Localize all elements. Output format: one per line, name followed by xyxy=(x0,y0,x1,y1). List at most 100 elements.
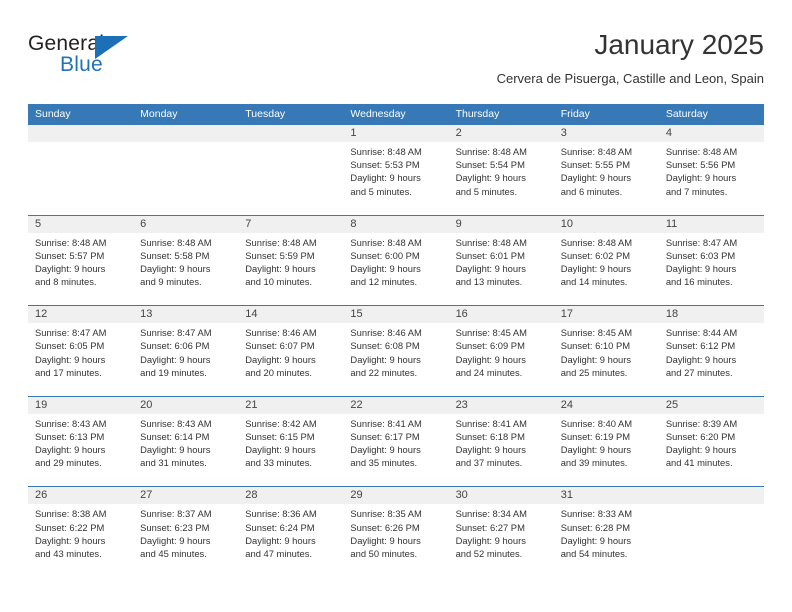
sunrise-text: Sunrise: 8:43 AM xyxy=(35,417,107,429)
daylight-text-line2: and 22 minutes. xyxy=(350,366,418,378)
calendar-day-cell[interactable]: 3 Sunrise: 8:48 AM Sunset: 5:55 PM Daylight… xyxy=(553,125,659,215)
day-number xyxy=(238,125,344,142)
sunset-text: Sunset: 6:07 PM xyxy=(245,340,315,352)
day-details: Sunrise: 8:40 AM Sunset: 6:19 PM Daylight:… xyxy=(554,414,659,470)
calendar-day-cell[interactable]: 28 Sunrise: 8:36 AM Sunset: 6:24 PM Dayligh… xyxy=(238,487,344,577)
calendar-day-cell[interactable]: 12 Sunrise: 8:47 AM Sunset: 6:05 PM Dayligh… xyxy=(28,306,134,396)
sunrise-text: Sunrise: 8:40 AM xyxy=(560,417,633,429)
weekday-header-saturday: Saturday xyxy=(665,108,708,120)
calendar-day-cell[interactable]: 8 Sunrise: 8:48 AM Sunset: 6:00 PM Daylight… xyxy=(343,215,449,306)
daylight-text-line1: Daylight: 9 hours xyxy=(350,172,421,184)
day-details: Sunrise: 8:48 AM Sunset: 6:01 PM Daylight:… xyxy=(449,233,554,289)
calendar-day-cell[interactable]: 11 Sunrise: 8:47 AM Sunset: 6:03 PM Dayligh… xyxy=(658,215,764,306)
sunrise-text: Sunrise: 8:48 AM xyxy=(350,146,422,157)
daylight-text-line2: and 17 minutes. xyxy=(35,366,102,378)
daylight-text-line2: and 54 minutes. xyxy=(560,547,628,559)
sunrise-text: Sunrise: 8:45 AM xyxy=(560,327,633,339)
daylight-text-line2: and 13 minutes. xyxy=(455,276,523,288)
sunrise-text: Sunrise: 8:45 AM xyxy=(455,327,527,339)
daylight-text-line2: and 50 minutes. xyxy=(350,547,418,559)
daylight-text-line2: and 19 minutes. xyxy=(140,366,207,378)
day-number: 10 xyxy=(553,215,659,233)
calendar-day-cell[interactable]: 22 Sunrise: 8:41 AM Sunset: 6:17 PM Dayligh… xyxy=(343,396,449,487)
day-number: 11 xyxy=(658,215,764,233)
calendar-day-cell[interactable]: 14 Sunrise: 8:46 AM Sunset: 6:07 PM Dayligh… xyxy=(238,306,344,396)
sunset-text: Sunset: 6:18 PM xyxy=(455,430,525,442)
sunrise-text: Sunrise: 8:38 AM xyxy=(35,508,107,520)
calendar-day-cell[interactable]: 23 Sunrise: 8:41 AM Sunset: 6:18 PM Dayligh… xyxy=(448,396,554,487)
calendar-day-cell[interactable]: 2 Sunrise: 8:48 AM Sunset: 5:54 PM Daylight… xyxy=(448,125,554,215)
day-number: 15 xyxy=(343,306,449,324)
daylight-text-line2: and 10 minutes. xyxy=(245,276,312,288)
sunrise-text: Sunrise: 8:35 AM xyxy=(350,508,422,520)
day-number: 22 xyxy=(343,396,449,414)
calendar-day-cell[interactable]: 7 Sunrise: 8:48 AM Sunset: 5:59 PM Daylight… xyxy=(238,215,344,306)
day-details: Sunrise: 8:38 AM Sunset: 6:22 PM Daylight:… xyxy=(28,504,133,560)
sunrise-text: Sunrise: 8:41 AM xyxy=(455,417,527,429)
calendar-day-cell[interactable]: 26 Sunrise: 8:38 AM Sunset: 6:22 PM Dayligh… xyxy=(28,487,134,577)
day-details: Sunrise: 8:43 AM Sunset: 6:13 PM Daylight:… xyxy=(28,414,133,470)
day-details: Sunrise: 8:35 AM Sunset: 6:26 PM Daylight:… xyxy=(343,504,448,560)
calendar-day-cell[interactable]: 1 Sunrise: 8:48 AM Sunset: 5:53 PM Daylight… xyxy=(343,125,449,215)
calendar-weeks: 1 Sunrise: 8:48 AM Sunset: 5:53 PM Daylight… xyxy=(28,125,764,577)
daylight-text-line1: Daylight: 9 hours xyxy=(350,353,421,365)
day-number: 18 xyxy=(658,306,764,324)
day-number: 12 xyxy=(28,306,134,324)
calendar-week-row: 5 Sunrise: 8:48 AM Sunset: 5:57 PM Daylight… xyxy=(28,214,764,306)
page-subtitle: Cervera de Pisuerga, Castille and Leon, … xyxy=(496,71,764,86)
sunset-text: Sunset: 6:09 PM xyxy=(455,340,525,352)
day-number: 31 xyxy=(553,487,659,505)
calendar-day-cell-empty xyxy=(238,125,344,215)
daylight-text-line1: Daylight: 9 hours xyxy=(245,444,316,456)
sunrise-text: Sunrise: 8:48 AM xyxy=(350,236,422,248)
sunset-text: Sunset: 5:59 PM xyxy=(245,249,315,261)
daylight-text-line1: Daylight: 9 hours xyxy=(455,263,526,274)
calendar-day-cell[interactable]: 29 Sunrise: 8:35 AM Sunset: 6:26 PM Dayligh… xyxy=(343,487,449,577)
daylight-text-line1: Daylight: 9 hours xyxy=(140,534,211,546)
day-number: 7 xyxy=(238,215,344,233)
sunrise-text: Sunrise: 8:46 AM xyxy=(350,327,422,339)
daylight-text-line1: Daylight: 9 hours xyxy=(665,263,737,274)
calendar-day-cell[interactable]: 6 Sunrise: 8:48 AM Sunset: 5:58 PM Daylight… xyxy=(133,215,239,306)
calendar-day-cell[interactable]: 21 Sunrise: 8:42 AM Sunset: 6:15 PM Dayligh… xyxy=(238,396,344,487)
sunrise-text: Sunrise: 8:48 AM xyxy=(455,146,527,157)
calendar-day-cell[interactable]: 18 Sunrise: 8:44 AM Sunset: 6:12 PM Dayligh… xyxy=(658,306,764,396)
calendar-week-row: 1 Sunrise: 8:48 AM Sunset: 5:53 PM Daylight… xyxy=(28,125,764,215)
calendar-day-cell[interactable]: 20 Sunrise: 8:43 AM Sunset: 6:14 PM Dayligh… xyxy=(133,396,239,487)
day-number: 26 xyxy=(28,487,134,505)
day-details: Sunrise: 8:48 AM Sunset: 5:55 PM Daylight:… xyxy=(554,142,659,198)
day-number: 13 xyxy=(133,306,239,324)
calendar-day-cell[interactable]: 13 Sunrise: 8:47 AM Sunset: 6:06 PM Dayligh… xyxy=(133,306,239,396)
daylight-text-line1: Daylight: 9 hours xyxy=(35,353,106,365)
day-details: Sunrise: 8:45 AM Sunset: 6:10 PM Daylight:… xyxy=(554,323,659,379)
day-number: 20 xyxy=(133,396,239,414)
calendar-day-cell[interactable]: 24 Sunrise: 8:40 AM Sunset: 6:19 PM Dayligh… xyxy=(553,396,659,487)
calendar-day-cell[interactable]: 5 Sunrise: 8:48 AM Sunset: 5:57 PM Daylight… xyxy=(28,215,134,306)
calendar-day-cell[interactable]: 25 Sunrise: 8:39 AM Sunset: 6:20 PM Dayligh… xyxy=(658,396,764,487)
calendar-day-cell[interactable]: 19 Sunrise: 8:43 AM Sunset: 6:13 PM Dayligh… xyxy=(28,396,134,487)
day-details: Sunrise: 8:46 AM Sunset: 6:07 PM Daylight:… xyxy=(238,323,343,379)
daylight-text-line1: Daylight: 9 hours xyxy=(665,353,737,365)
calendar-day-cell[interactable]: 16 Sunrise: 8:45 AM Sunset: 6:09 PM Dayligh… xyxy=(448,306,554,396)
calendar-day-cell[interactable]: 15 Sunrise: 8:46 AM Sunset: 6:08 PM Dayligh… xyxy=(343,306,449,396)
day-details: Sunrise: 8:48 AM Sunset: 5:57 PM Daylight:… xyxy=(28,233,133,289)
calendar-grid: Sunday Monday Tuesday Wednesday Thursday… xyxy=(28,104,764,577)
calendar-day-cell[interactable]: 27 Sunrise: 8:37 AM Sunset: 6:23 PM Dayligh… xyxy=(133,487,239,577)
sunrise-text: Sunrise: 8:48 AM xyxy=(455,236,527,248)
sunset-text: Sunset: 6:26 PM xyxy=(350,521,420,533)
calendar-day-cell[interactable]: 9 Sunrise: 8:48 AM Sunset: 6:01 PM Daylight… xyxy=(448,215,554,306)
day-details: Sunrise: 8:36 AM Sunset: 6:24 PM Daylight:… xyxy=(238,504,343,560)
sunset-text: Sunset: 6:06 PM xyxy=(140,340,210,352)
daylight-text-line2: and 14 minutes. xyxy=(560,276,628,288)
calendar-day-cell[interactable]: 4 Sunrise: 8:48 AM Sunset: 5:56 PM Daylight… xyxy=(658,125,764,215)
sunset-text: Sunset: 6:15 PM xyxy=(245,430,315,442)
calendar-day-cell[interactable]: 17 Sunrise: 8:45 AM Sunset: 6:10 PM Dayligh… xyxy=(553,306,659,396)
sunrise-text: Sunrise: 8:46 AM xyxy=(245,327,317,339)
calendar-day-cell[interactable]: 31 Sunrise: 8:33 AM Sunset: 6:28 PM Dayligh… xyxy=(553,487,659,577)
sunset-text: Sunset: 6:05 PM xyxy=(35,340,105,352)
general-blue-logo[interactable]: General Blue xyxy=(28,32,178,92)
calendar-day-cell[interactable]: 30 Sunrise: 8:34 AM Sunset: 6:27 PM Dayligh… xyxy=(448,487,554,577)
day-number: 28 xyxy=(238,487,344,505)
calendar-day-cell[interactable]: 10 Sunrise: 8:48 AM Sunset: 6:02 PM Dayligh… xyxy=(553,215,659,306)
day-number: 30 xyxy=(448,487,554,505)
